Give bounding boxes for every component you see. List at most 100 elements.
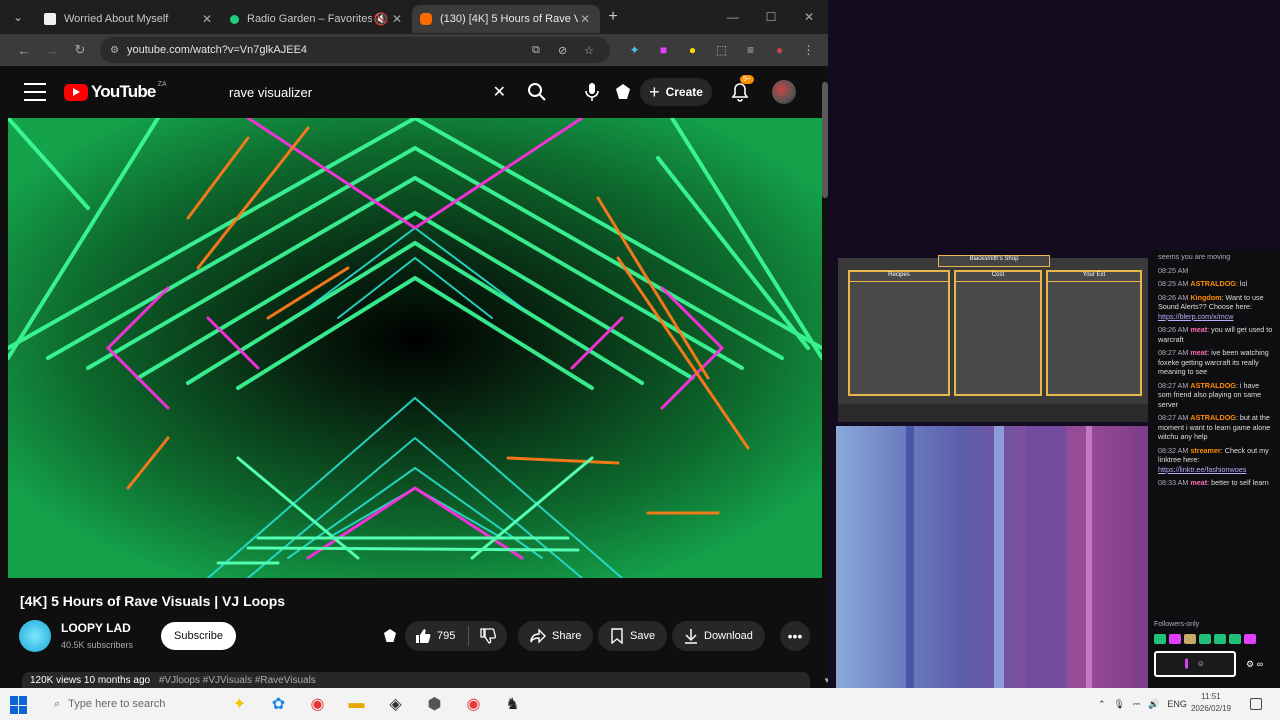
chat-link[interactable]: https://linktr.ee/fashionwoes [1158,465,1246,474]
site-info-icon[interactable]: ⚙ [110,45,119,56]
share-icon [530,629,546,643]
bookmark-star-icon[interactable]: ☆ [584,44,594,57]
maximize-icon[interactable]: ☐ [752,10,790,24]
clock[interactable]: 11:51 2026/02/19 [1186,691,1236,715]
chat-username[interactable]: streamer [1190,446,1220,455]
create-button[interactable]: + Create [640,78,712,106]
notification-center-icon[interactable] [1250,698,1262,710]
tab-youtube-rave[interactable]: (130) [4K] 5 Hours of Rave Visu ✕ [412,5,600,33]
chat-username[interactable]: ASTRALDOG [1190,413,1236,422]
chat-username[interactable]: ASTRALDOG [1190,381,1236,390]
chat-timestamp: 08:27 AM [1158,348,1189,357]
emote-icon[interactable] [1199,633,1211,644]
emote-icon[interactable] [1184,633,1196,644]
save-button[interactable]: Save [598,621,668,651]
stream-video [836,426,1148,688]
emote-icon[interactable] [1229,633,1241,644]
more-actions-button[interactable]: ••• [780,621,810,651]
forward-icon[interactable]: → [38,43,66,58]
subscribe-button[interactable]: Subscribe [161,622,236,650]
search-button[interactable] [518,78,556,106]
search-input[interactable]: rave visualizer ✕ [216,78,516,106]
volume-icon[interactable]: 🔊 [1148,699,1159,710]
hashtags[interactable]: #VJloops #VJVisuals #RaveVisuals [159,675,316,686]
chat-timestamp: 08:26 AM [1158,325,1189,334]
app-icon[interactable]: ✿ [259,688,298,720]
file-explorer-icon[interactable]: ▬ [337,688,376,720]
scene-pillar [994,426,1004,688]
chat-timestamp: 08:27 AM [1158,413,1189,422]
chat-username[interactable]: meat [1190,348,1207,357]
dislike-button[interactable] [469,628,507,644]
app-icon[interactable]: ♞ [493,688,532,720]
download-button[interactable]: Download [672,621,765,651]
start-button[interactable] [10,696,28,714]
chat-username[interactable]: Kingdom [1190,293,1221,302]
app-icon[interactable]: ⬢ [415,688,454,720]
chat-input[interactable]: ▌ ☺ [1154,651,1236,677]
network-icon[interactable]: ⎓ [1133,699,1140,710]
emote-icon[interactable] [1214,633,1226,644]
search-query-text[interactable]: rave visualizer [229,85,312,100]
close-tab-icon[interactable]: ✕ [200,12,214,26]
reload-icon[interactable]: ↻ [66,42,94,58]
extension-action-button[interactable] [378,624,402,648]
new-tab-button[interactable]: + [600,8,626,26]
taskbar-search[interactable]: ⌕ Type here to search [44,691,214,717]
chat-timestamp: 08:27 AM [1158,380,1189,390]
emote-picker-icon[interactable]: ☺ [1197,659,1205,669]
chrome-icon[interactable]: ◉ [298,688,337,720]
tab-worried-about-myself[interactable]: Worried About Myself ✕ [36,5,222,33]
url-text[interactable]: youtube.com/watch?v=Vn7glkAJEE4 [127,44,307,56]
tab-radio-garden[interactable]: Radio Garden – Favorites 🔇 ✕ [222,5,412,33]
video-player[interactable] [8,118,822,578]
microphone-icon[interactable]: 🎙 [1114,699,1125,710]
app-icon[interactable]: ◈ [376,688,415,720]
close-window-icon[interactable]: ✕ [790,10,828,24]
emote-icon[interactable] [1154,633,1166,644]
browser-menu-icon[interactable]: ⋮ [794,34,823,66]
cast-icon[interactable]: ⧉ [532,44,540,57]
scene-pillar [1026,426,1066,688]
chat-username[interactable]: meat [1190,478,1207,487]
minimize-icon[interactable]: — [714,10,752,24]
chat-settings-icon[interactable]: ⚙ ∞ [1246,659,1263,670]
chat-username[interactable]: ASTRALDOG [1190,279,1236,288]
like-button[interactable]: 795 [405,626,469,646]
browser-window: ⌄ Worried About Myself ✕ Radio Garden – … [0,0,831,688]
language-indicator[interactable]: ENG [1167,699,1187,709]
window-controls: — ☐ ✕ [714,0,828,34]
tab-search-icon[interactable]: ⌄ [0,0,36,34]
chrome-icon[interactable]: ◉ [454,688,493,720]
widgets-icon[interactable]: ✦ [220,688,259,720]
back-icon[interactable]: ← [10,43,38,58]
channel-name[interactable]: LOOPY LAD [61,621,131,635]
close-tab-icon[interactable]: ✕ [390,12,404,26]
extension-icon[interactable]: ✦ [620,34,649,66]
tray-overflow-icon[interactable]: ⌃ [1098,699,1106,710]
extension-icon[interactable]: ■ [649,34,678,66]
country-code: ZA [157,80,167,88]
menu-icon[interactable] [24,83,46,101]
voice-search-button[interactable] [578,78,606,106]
media-controls-icon[interactable]: ≡ [736,34,765,66]
account-avatar[interactable] [772,80,796,104]
extension-gem-button[interactable] [611,78,635,106]
clear-search-icon[interactable]: ✕ [493,82,506,102]
panel-title: Recipes [850,272,948,282]
chat-username[interactable]: meat [1190,325,1207,334]
emote-icon[interactable] [1169,633,1181,644]
close-tab-icon[interactable]: ✕ [578,12,592,26]
profile-icon[interactable]: ● [765,34,794,66]
description-box[interactable]: 120K views 10 months ago #VJloops #VJVis… [22,672,810,688]
address-bar[interactable]: ⚙ youtube.com/watch?v=Vn7glkAJEE4 ⧉ ⊘ ☆ [100,37,610,63]
channel-avatar[interactable] [19,620,51,652]
extension-icon[interactable]: ● [678,34,707,66]
youtube-logo[interactable]: YouTube ZA [64,80,167,102]
mute-tab-icon[interactable]: 🔇 [372,12,390,26]
chat-link[interactable]: https://blerp.com/x/mcw [1158,312,1234,321]
emote-icon[interactable] [1244,633,1256,644]
hide-icon[interactable]: ⊘ [558,44,567,57]
extensions-puzzle-icon[interactable]: ⬚ [707,34,736,66]
share-button[interactable]: Share [518,621,594,651]
